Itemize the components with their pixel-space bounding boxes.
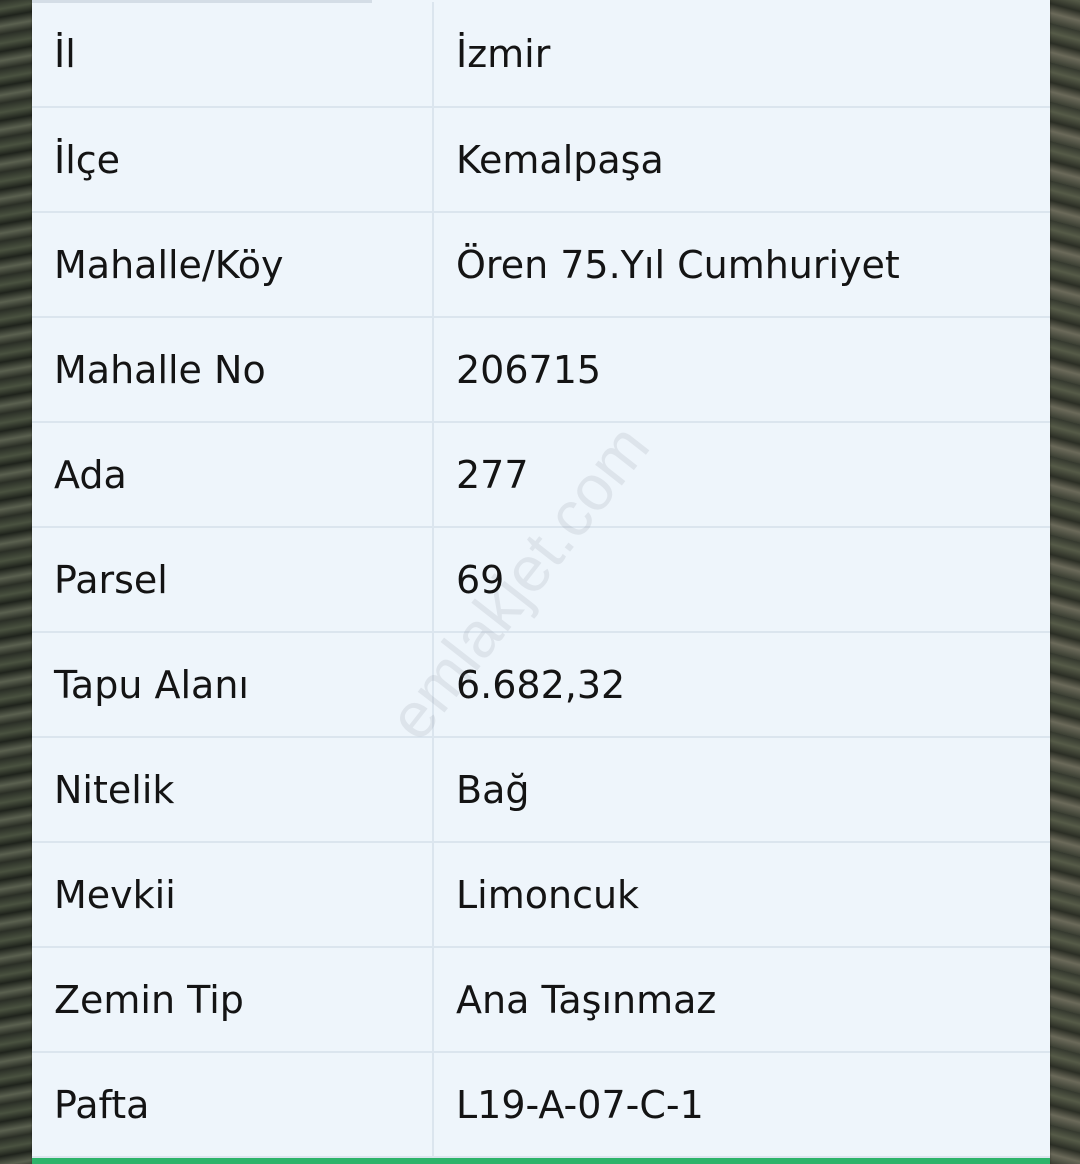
row-label-mevkii: Mevkii	[32, 842, 434, 948]
table-row: Ada 277	[32, 422, 1050, 528]
row-value-ada: 277	[433, 422, 1050, 528]
table-row: Tapu Alanı 6.682,32	[32, 632, 1050, 738]
accent-bar	[32, 1158, 1050, 1164]
row-value-mahalle-koy: Ören 75.Yıl Cumhuriyet	[433, 212, 1050, 318]
row-label-pafta: Pafta	[32, 1052, 434, 1158]
row-label-nitelik: Nitelik	[32, 737, 434, 843]
table-row: Parsel 69	[32, 527, 1050, 633]
row-value-mahalle-no: 206715	[433, 317, 1050, 423]
row-label-ilce: İlçe	[32, 107, 434, 213]
table-row: Mevkii Limoncuk	[32, 842, 1050, 948]
table-row: Pafta L19-A-07-C-1	[32, 1052, 1050, 1158]
table-row: İlçe Kemalpaşa	[32, 107, 1050, 213]
row-value-ilce: Kemalpaşa	[433, 107, 1050, 213]
row-value-tapu-alani: 6.682,32	[433, 632, 1050, 738]
parcel-info-panel: İl İzmir İlçe Kemalpaşa Mahalle/Köy Ören…	[32, 0, 1050, 1164]
table-row: Mahalle No 206715	[32, 317, 1050, 423]
row-value-mevkii: Limoncuk	[433, 842, 1050, 948]
table-row: İl İzmir	[32, 2, 1050, 108]
row-label-tapu-alani: Tapu Alanı	[32, 632, 434, 738]
map-background-right	[1050, 0, 1080, 1164]
row-label-ada: Ada	[32, 422, 434, 528]
parcel-info-table: İl İzmir İlçe Kemalpaşa Mahalle/Köy Ören…	[32, 2, 1050, 1158]
table-row: Nitelik Bağ	[32, 737, 1050, 843]
row-label-zemin-tip: Zemin Tip	[32, 947, 434, 1053]
row-label-mahalle-no: Mahalle No	[32, 317, 434, 423]
map-background-left	[0, 0, 32, 1164]
row-label-parsel: Parsel	[32, 527, 434, 633]
row-value-il: İzmir	[433, 2, 1050, 108]
row-value-nitelik: Bağ	[433, 737, 1050, 843]
table-row: Mahalle/Köy Ören 75.Yıl Cumhuriyet	[32, 212, 1050, 318]
row-label-il: İl	[32, 2, 434, 108]
row-value-parsel: 69	[433, 527, 1050, 633]
row-value-zemin-tip: Ana Taşınmaz	[433, 947, 1050, 1053]
table-row: Zemin Tip Ana Taşınmaz	[32, 947, 1050, 1053]
row-value-pafta: L19-A-07-C-1	[433, 1052, 1050, 1158]
row-label-mahalle-koy: Mahalle/Köy	[32, 212, 434, 318]
